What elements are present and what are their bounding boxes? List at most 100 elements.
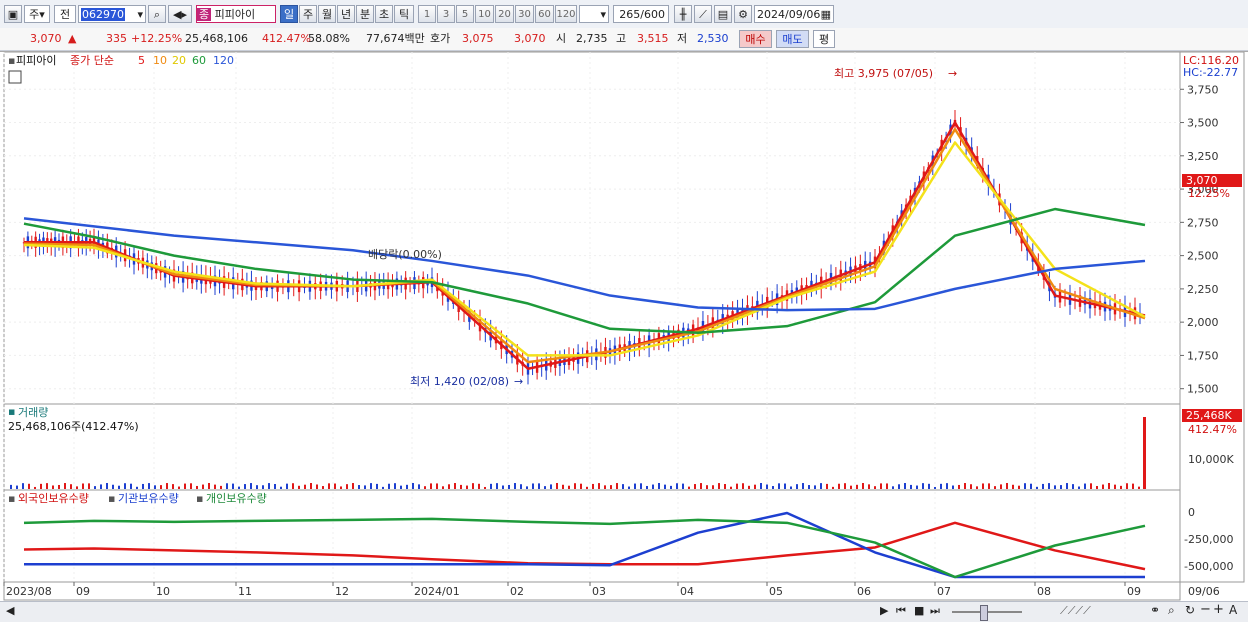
legend-institution: 기관보유수량 xyxy=(118,492,179,505)
count-5[interactable]: 5 xyxy=(456,5,474,23)
date-field[interactable]: 2024/09/06 ▦ xyxy=(754,5,834,23)
grid-toggle-icon[interactable] xyxy=(8,70,22,84)
up-arrow-icon: ▲ xyxy=(68,32,77,45)
volume-bar xyxy=(802,483,804,489)
volume-bar xyxy=(922,483,924,489)
count-1[interactable]: 1 xyxy=(418,5,436,23)
hc-label: HC:-22.77 xyxy=(1183,66,1238,79)
period-week[interactable]: 주 xyxy=(299,5,317,23)
legend-square-icon: ▪ xyxy=(8,54,15,67)
play-back-icon[interactable]: ⏮ xyxy=(896,604,906,618)
save-icon[interactable]: ▤ xyxy=(714,5,732,23)
trade-amount: 77,674백만 xyxy=(366,32,425,45)
stop-icon[interactable]: ■ xyxy=(914,604,924,617)
candle-icon[interactable]: ╫ xyxy=(674,5,692,23)
code-dropdown-icon[interactable]: ▾ xyxy=(137,6,145,24)
link-icon[interactable]: ⚭ xyxy=(1150,603,1160,617)
chart-svg[interactable]: ▪ 피피아이 종가 단순 5 10 20 60 120 최고 3,975 (07… xyxy=(0,51,1248,602)
volume-bar xyxy=(172,484,174,489)
count-120[interactable]: 120 xyxy=(555,5,577,23)
volume-bar xyxy=(310,483,312,489)
scope-select[interactable]: 전 xyxy=(54,5,76,23)
volume-bar xyxy=(586,486,588,489)
period-tick[interactable]: 틱 xyxy=(394,5,414,23)
scroll-right-icon[interactable]: ▶ xyxy=(880,604,888,617)
stock-name-field[interactable]: 종 피피아이 xyxy=(196,5,276,23)
volume-bar xyxy=(82,483,84,489)
volume-bar xyxy=(982,483,984,489)
window-menu-icon[interactable]: ▣ xyxy=(4,5,22,23)
count-3[interactable]: 3 xyxy=(437,5,455,23)
auto-scale-icon[interactable]: A xyxy=(1229,603,1237,617)
volume-bar xyxy=(616,483,618,489)
volume-bar xyxy=(1072,484,1074,489)
volume-bar xyxy=(1048,483,1050,489)
volume-bar xyxy=(520,484,522,489)
volume-bar xyxy=(658,483,660,489)
volume-bar xyxy=(736,483,738,489)
volume-bar xyxy=(646,485,648,489)
stock-code-input[interactable]: 062970 ▾ xyxy=(78,5,146,23)
play-forward-icon[interactable]: ⏭ xyxy=(930,604,940,618)
volume-value: 25,468,106 xyxy=(185,32,248,45)
volume-subtitle: 25,468,106주(412.47%) xyxy=(8,420,139,433)
drawing-tools-icon[interactable]: ⟋⟋⟋⟋ xyxy=(1060,604,1091,618)
eval-button[interactable]: 평 xyxy=(813,30,835,48)
interval-dropdown[interactable]: ▾ xyxy=(579,5,609,23)
bottom-scrollbar[interactable]: ◀ ▶ ⏮ ■ ⏭ ⟋⟋⟋⟋ ⚭ ⌕ ↻ − + A xyxy=(0,601,1248,622)
range-field[interactable]: 265/600 xyxy=(613,5,669,23)
count-60[interactable]: 60 xyxy=(535,5,554,23)
zoom-out-icon[interactable]: − xyxy=(1200,602,1211,617)
high-label: 고 xyxy=(616,32,627,45)
magnifier-icon[interactable]: ⌕ xyxy=(1168,603,1175,618)
volume-bar xyxy=(1030,483,1032,489)
count-20[interactable]: 20 xyxy=(495,5,514,23)
volume-bar xyxy=(688,486,690,489)
volume-bar xyxy=(268,483,270,489)
volume-bar xyxy=(424,486,426,489)
zoom-in-icon[interactable]: + xyxy=(1213,602,1224,617)
count-30[interactable]: 30 xyxy=(515,5,534,23)
price-y-tick-label: 1,750 xyxy=(1187,349,1219,362)
chart-area[interactable]: ▪ 피피아이 종가 단순 5 10 20 60 120 최고 3,975 (07… xyxy=(0,51,1248,602)
volume-bar xyxy=(436,483,438,489)
volume-bar xyxy=(628,486,630,489)
volume-bar xyxy=(220,485,222,489)
zoom-slider-handle[interactable] xyxy=(980,605,988,621)
volume-bar xyxy=(46,483,48,489)
volume-bar xyxy=(940,483,942,489)
sell-button[interactable]: 매도 xyxy=(776,30,809,48)
volume-bar xyxy=(370,483,372,489)
buy-button[interactable]: 매수 xyxy=(739,30,772,48)
market-select[interactable]: 주▾ xyxy=(24,5,50,23)
x-tick-label: 11 xyxy=(238,585,252,598)
volume-bar xyxy=(100,484,102,489)
search-icon[interactable]: ⌕ xyxy=(148,5,166,23)
volume-bar xyxy=(1012,484,1014,489)
speaker-icon[interactable]: ◀▸ xyxy=(168,5,192,23)
period-day[interactable]: 일 xyxy=(280,5,298,23)
volume-bar xyxy=(1096,485,1098,489)
scroll-left-icon[interactable]: ◀ xyxy=(6,604,14,617)
volume-bar xyxy=(1102,484,1104,489)
x-tick-label: 10 xyxy=(156,585,170,598)
volume-bar xyxy=(118,485,120,489)
volume-bar xyxy=(946,483,948,489)
volume-bar xyxy=(826,483,828,489)
refresh-icon[interactable]: ↻ xyxy=(1185,603,1195,617)
draw-tool-icon[interactable]: ⟋ xyxy=(694,5,712,23)
volume-bar xyxy=(304,484,306,489)
calendar-icon[interactable]: ▦ xyxy=(821,6,831,24)
count-10[interactable]: 10 xyxy=(475,5,494,23)
period-second[interactable]: 초 xyxy=(375,5,393,23)
period-minute[interactable]: 분 xyxy=(356,5,374,23)
period-year[interactable]: 년 xyxy=(337,5,355,23)
volume-bar xyxy=(10,484,12,489)
holding-y-tick-1: -250,000 xyxy=(1184,533,1233,546)
volume-bar xyxy=(472,483,474,489)
period-month[interactable]: 월 xyxy=(318,5,336,23)
volume-bar xyxy=(850,485,852,489)
gear-icon[interactable]: ⚙ xyxy=(734,5,752,23)
volume-bar xyxy=(880,483,882,489)
volume-bar xyxy=(214,484,216,489)
